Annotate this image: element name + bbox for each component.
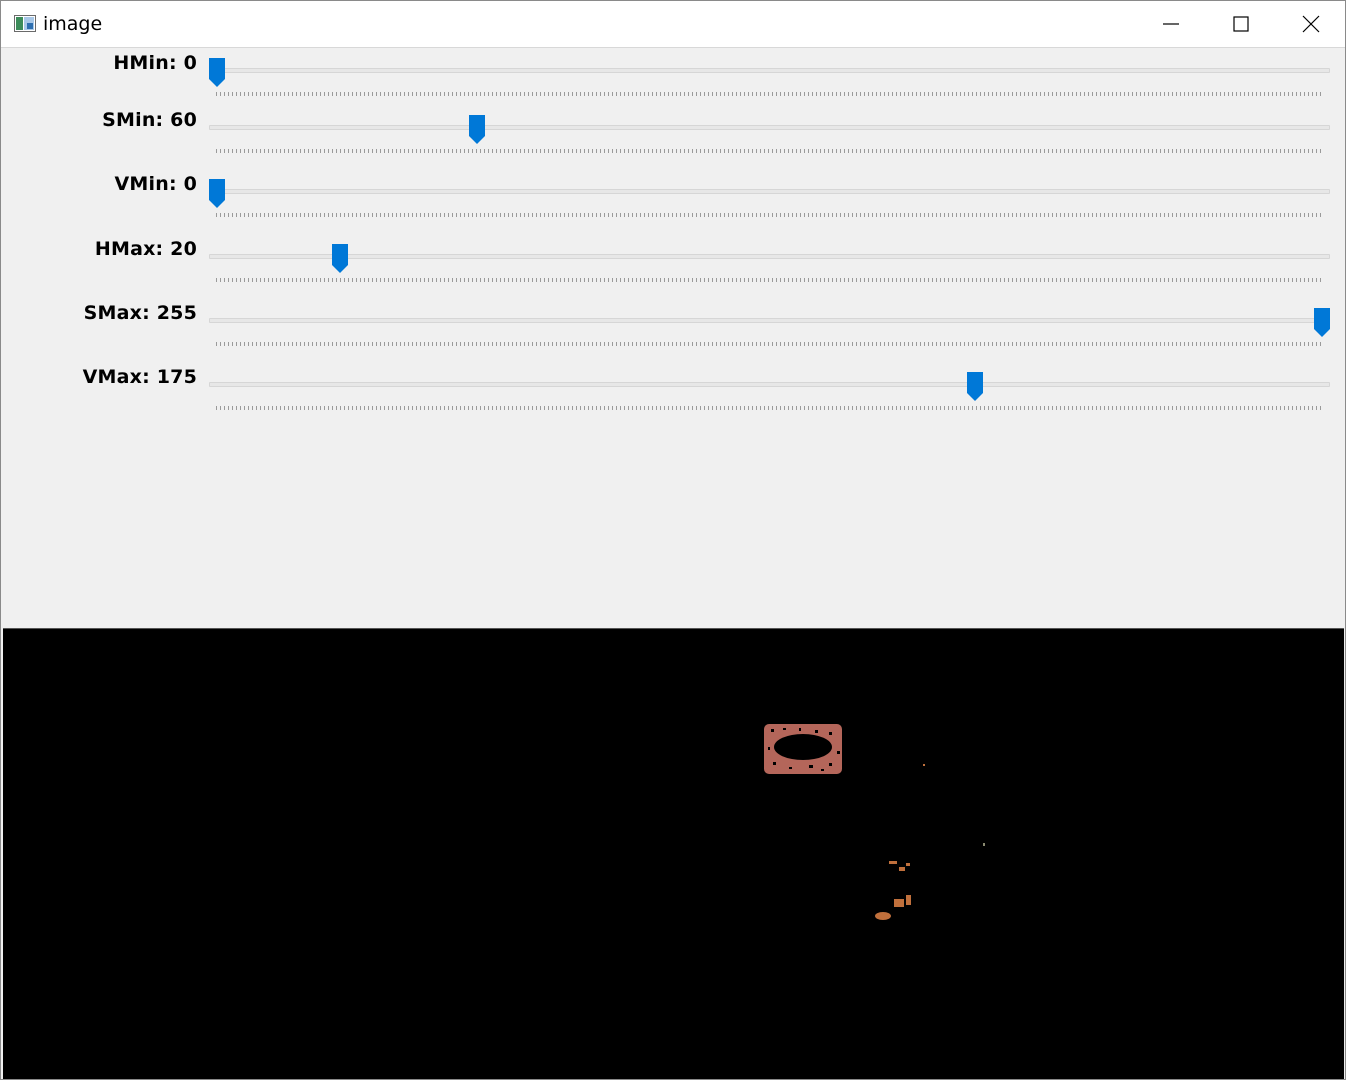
trackbar-label: VMax: 175 (82, 366, 197, 388)
close-icon (1302, 15, 1320, 33)
trackbar-row-smin: SMin: 60 (1, 109, 1345, 173)
mask-blob-hole (774, 734, 832, 760)
app-icon (14, 15, 36, 32)
close-button[interactable] (1276, 1, 1345, 47)
trackbar-label: HMax: 20 (94, 238, 197, 260)
trackbar-label: SMax: 255 (83, 302, 197, 324)
trackbar-row-vmin: VMin: 0 (1, 173, 1345, 237)
trackbar-thumb[interactable] (1314, 308, 1330, 337)
trackbar-ticks (216, 278, 1324, 282)
trackbar-panel: HMin: 0 SMin: 60 VMin: 0 HMax: 20 SMax: … (1, 48, 1345, 627)
mask-dot (923, 764, 925, 766)
trackbar-thumb[interactable] (332, 244, 349, 273)
maximize-icon (1233, 16, 1249, 32)
trackbar-row-hmax: HMax: 20 (1, 238, 1345, 302)
trackbar-ticks (216, 92, 1324, 96)
window-title: image (43, 13, 103, 35)
trackbar-label: VMin: 0 (114, 173, 197, 195)
trackbar-track[interactable] (209, 125, 1330, 130)
trackbar-track[interactable] (209, 189, 1330, 194)
trackbar-track[interactable] (209, 382, 1330, 387)
maximize-button[interactable] (1206, 1, 1276, 47)
trackbar-ticks (216, 342, 1324, 346)
opencv-window: image HMin: 0 SMin: 60 VMin: 0 HMax: 20 … (0, 0, 1346, 1080)
title-bar[interactable]: image (1, 1, 1345, 48)
trackbar-row-vmax: VMax: 175 (1, 366, 1345, 430)
trackbar-thumb[interactable] (209, 179, 225, 208)
trackbar-thumb[interactable] (469, 115, 485, 144)
minimize-button[interactable] (1136, 1, 1206, 47)
trackbar-track[interactable] (209, 68, 1330, 73)
image-preview (3, 628, 1344, 1079)
trackbar-row-hmin: HMin: 0 (1, 52, 1345, 116)
minimize-icon (1163, 23, 1179, 25)
mask-dot (983, 843, 985, 846)
trackbar-row-smax: SMax: 255 (1, 302, 1345, 366)
trackbar-track[interactable] (209, 254, 1330, 259)
trackbar-track[interactable] (209, 318, 1330, 323)
mask-fragments (875, 861, 911, 920)
trackbar-ticks (216, 213, 1324, 217)
masked-image (764, 724, 985, 920)
trackbar-ticks (216, 406, 1324, 410)
trackbar-thumb[interactable] (967, 372, 984, 401)
trackbar-ticks (216, 149, 1324, 153)
trackbar-thumb[interactable] (209, 58, 225, 87)
trackbar-label: SMin: 60 (102, 109, 197, 131)
trackbar-label: HMin: 0 (113, 52, 197, 74)
